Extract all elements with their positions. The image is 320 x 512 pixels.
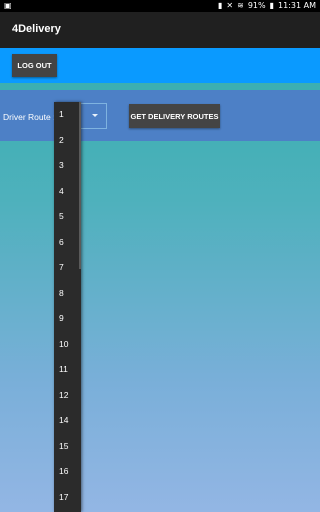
route-dropdown-list[interactable]: 1 2 3 4 5 6 7 8 9 10 11 12 14 15 16 17 (54, 102, 81, 512)
dropdown-option[interactable]: 8 (54, 281, 81, 307)
dropdown-option[interactable]: 3 (54, 153, 81, 179)
mute-icon: ✕ (226, 1, 234, 10)
dropdown-option[interactable]: 11 (54, 357, 81, 383)
dropdown-option[interactable]: 6 (54, 230, 81, 256)
logout-button[interactable]: LOG OUT (12, 54, 57, 77)
dropdown-option[interactable]: 7 (54, 255, 81, 281)
dropdown-option[interactable]: 5 (54, 204, 81, 230)
dropdown-option[interactable]: 9 (54, 306, 81, 332)
signal-icon: ▮ (218, 1, 223, 10)
wifi-icon: ≋ (237, 1, 244, 10)
app-title: 4Delivery (12, 23, 61, 35)
chevron-down-icon[interactable] (92, 114, 98, 117)
clock: 11:31 AM (278, 1, 316, 10)
dropdown-option[interactable]: 15 (54, 434, 81, 460)
app-bar: 4Delivery (0, 12, 320, 48)
battery-icon: ▮ (269, 1, 275, 10)
dropdown-option[interactable]: 4 (54, 179, 81, 205)
status-icons: ▮ ✕ ≋ 91% ▮ 11:31 AM (218, 1, 316, 10)
dropdown-option[interactable]: 2 (54, 128, 81, 154)
get-delivery-routes-button[interactable]: GET DELIVERY ROUTES (129, 104, 220, 128)
dropdown-scrollbar[interactable] (79, 102, 81, 269)
dropdown-option[interactable]: 12 (54, 383, 81, 409)
dropdown-option[interactable]: 10 (54, 332, 81, 358)
battery-level: 91% (247, 1, 266, 10)
dropdown-option[interactable]: 14 (54, 408, 81, 434)
dropdown-option[interactable]: 16 (54, 459, 81, 485)
notification-icon: ▣ (4, 1, 12, 10)
dropdown-option[interactable]: 1 (54, 102, 81, 128)
driver-route-label: Driver Route : (3, 112, 56, 122)
status-bar: ▣ ▮ ✕ ≋ 91% ▮ 11:31 AM (0, 0, 320, 12)
dropdown-option[interactable]: 17 (54, 485, 81, 511)
